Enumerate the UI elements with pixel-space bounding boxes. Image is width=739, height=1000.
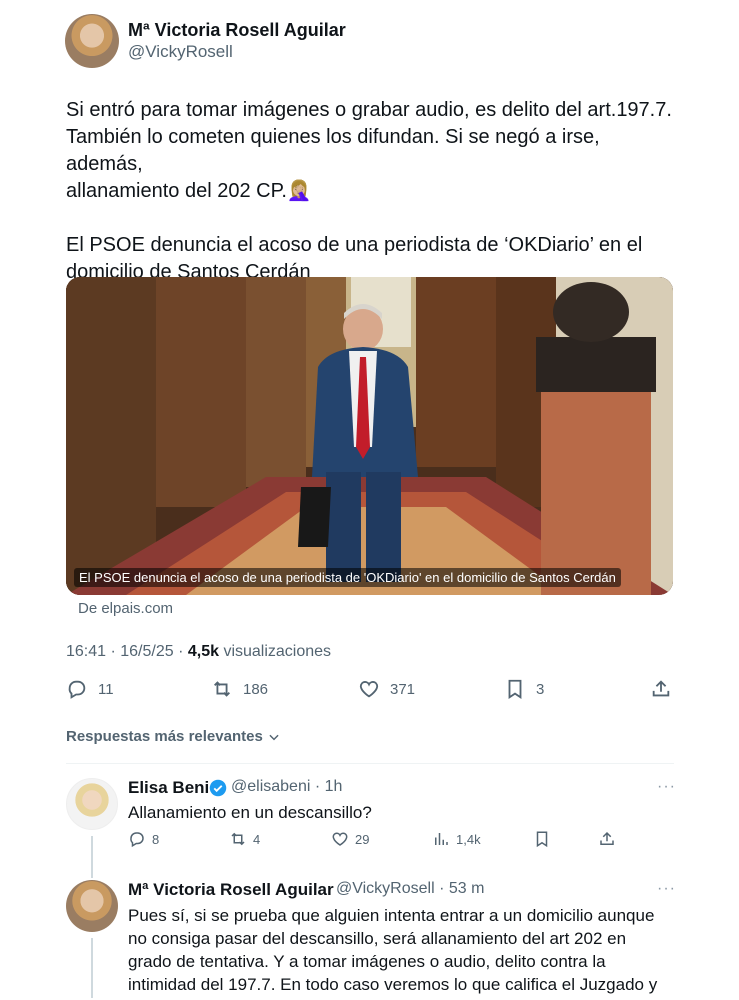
share-button[interactable] bbox=[650, 678, 672, 700]
thread-connector-line bbox=[91, 938, 93, 998]
photo-corridor bbox=[66, 277, 673, 595]
reply-like-button[interactable]: 29 bbox=[331, 830, 369, 848]
reply-retweet-count: 4 bbox=[253, 831, 261, 847]
tweet-text-line: El PSOE denuncia el acoso de una periodi… bbox=[66, 234, 643, 256]
reply-text: Pues sí, si se prueba que alguien intent… bbox=[128, 906, 655, 925]
tweet-text-line: allanamiento del 202 CP.🤦🏼‍♀️ bbox=[66, 180, 312, 202]
heart-icon bbox=[332, 832, 348, 846]
link-card-image[interactable]: El PSOE denuncia el acoso de una periodi… bbox=[66, 277, 673, 595]
more-options-icon[interactable]: ··· bbox=[657, 778, 676, 796]
reply-views-count: 1,4k bbox=[456, 831, 481, 847]
share-icon bbox=[600, 831, 614, 845]
verified-badge-icon bbox=[209, 779, 227, 797]
reply-author-name[interactable]: Mª Victoria Rosell Aguilar bbox=[128, 880, 334, 900]
retweet-icon bbox=[231, 832, 245, 846]
reply-author-handle[interactable]: @elisabeni · 1h bbox=[231, 778, 342, 796]
reply-count: 11 bbox=[98, 680, 114, 698]
tweet-meta: 16:41 · 16/5/25 · 4,5k visualizaciones bbox=[66, 643, 331, 661]
chevron-down-icon bbox=[269, 734, 279, 740]
reply-icon bbox=[68, 680, 86, 699]
replies-sort-label: Respuestas más relevantes bbox=[66, 728, 263, 745]
share-icon bbox=[652, 680, 670, 697]
author-handle[interactable]: @VickyRosell bbox=[128, 42, 233, 62]
reply-avatar[interactable] bbox=[66, 880, 118, 932]
tweet-timestamp[interactable]: 16:41 · 16/5/25 · bbox=[66, 643, 188, 660]
reply-author-handle[interactable]: @VickyRosell · 53 m bbox=[336, 880, 484, 898]
bookmark-icon bbox=[508, 679, 522, 699]
bookmark-icon bbox=[536, 831, 548, 848]
reply-like-count: 29 bbox=[355, 831, 370, 847]
reply-avatar[interactable] bbox=[66, 778, 118, 830]
like-count: 371 bbox=[390, 680, 416, 698]
reply-retweet-button[interactable]: 4 bbox=[229, 830, 260, 848]
retweet-icon bbox=[214, 681, 230, 697]
author-name[interactable]: Mª Victoria Rosell Aguilar bbox=[128, 20, 346, 41]
thread-connector-line bbox=[91, 836, 93, 878]
tweet-text-line: Si entró para tomar imágenes o grabar au… bbox=[66, 99, 672, 121]
reply-text: grado de tentativa. Y a tomar imágenes o… bbox=[128, 952, 606, 971]
reply-share-button[interactable] bbox=[598, 830, 616, 848]
retweet-count: 186 bbox=[243, 680, 269, 698]
reply-bookmark-button[interactable] bbox=[533, 830, 551, 848]
author-avatar[interactable] bbox=[65, 14, 119, 68]
views-icon bbox=[435, 833, 448, 845]
reply-action-bar: 8 4 29 1,4k bbox=[128, 830, 618, 852]
reply-text: intimidad del 197.7. En todo caso veremo… bbox=[128, 975, 658, 994]
tweet-text: Si entró para tomar imágenes o grabar au… bbox=[66, 97, 676, 286]
reply-views-button[interactable]: 1,4k bbox=[432, 830, 481, 848]
divider bbox=[66, 763, 674, 764]
tweet-text-line: También lo cometen quienes los difundan.… bbox=[66, 126, 600, 175]
views-label: visualizaciones bbox=[219, 643, 332, 660]
heart-icon bbox=[359, 681, 379, 698]
reply-text: Allanamiento en un descansillo? bbox=[128, 803, 372, 822]
reply-author-name[interactable]: Elisa Beni bbox=[128, 778, 209, 798]
replies-sort-dropdown[interactable]: Respuestas más relevantes bbox=[66, 728, 281, 745]
reply-text: no consiga pasar del descansillo, será a… bbox=[128, 929, 627, 948]
like-button[interactable]: 371 bbox=[358, 678, 415, 700]
more-options-icon[interactable]: ··· bbox=[657, 880, 676, 898]
views-count: 4,5k bbox=[187, 643, 219, 660]
reply-reply-count: 8 bbox=[152, 831, 160, 847]
tweet-action-bar: 11 186 371 3 bbox=[66, 678, 676, 706]
bookmark-count: 3 bbox=[536, 680, 545, 698]
reply-icon bbox=[130, 832, 144, 848]
media-caption[interactable]: El PSOE denuncia el acoso de una periodi… bbox=[74, 568, 621, 587]
retweet-button[interactable]: 186 bbox=[211, 678, 268, 700]
reply-reply-button[interactable]: 8 bbox=[128, 830, 159, 848]
bookmark-button[interactable]: 3 bbox=[504, 678, 544, 700]
link-source[interactable]: De elpais.com bbox=[78, 600, 173, 617]
reply-button[interactable]: 11 bbox=[66, 678, 114, 700]
